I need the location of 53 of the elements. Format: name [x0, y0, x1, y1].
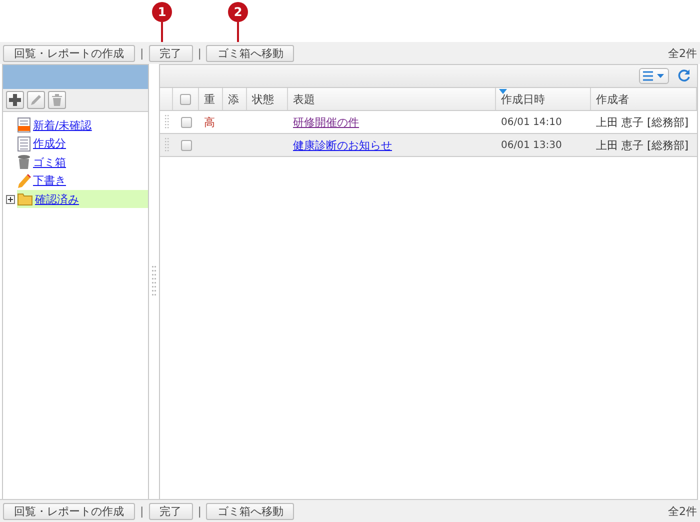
column-header[interactable]: 作成者 — [591, 88, 697, 110]
delete-button[interactable] — [48, 91, 66, 109]
column-header[interactable]: 添 — [223, 88, 247, 110]
toolbar-button[interactable]: ゴミ箱へ移動 — [206, 44, 294, 62]
title-link[interactable]: 研修開催の件 — [293, 114, 359, 130]
folder-link[interactable]: ゴミ箱 — [17, 153, 148, 172]
folder-link[interactable]: 作成分 — [17, 134, 148, 153]
folder-link[interactable]: 新着/未確認 — [17, 116, 148, 134]
title-link[interactable]: 健康診断のお知らせ — [293, 138, 392, 152]
author-text: 上田 恵子 [総務部] — [596, 114, 689, 130]
date-text: 06/01 13:30 — [501, 140, 562, 150]
toolbar-button[interactable]: 回覧・レポートの作成 — [3, 502, 135, 520]
toolbar-button[interactable]: 完了 — [148, 44, 193, 62]
toolbar-button[interactable]: 完了 — [148, 502, 193, 520]
callout-number: 2 — [228, 2, 248, 22]
pencil-icon — [29, 93, 43, 107]
separator: | — [139, 504, 145, 518]
leader-line — [237, 22, 239, 42]
author-text: 上田 恵子 [総務部] — [596, 138, 689, 152]
plus-icon — [8, 93, 22, 107]
folder-icon — [17, 192, 33, 206]
priority-text: 高 — [204, 114, 215, 130]
separator: | — [196, 46, 202, 60]
column-header[interactable]: 重 — [199, 88, 223, 110]
row-checkbox[interactable] — [180, 140, 192, 150]
refresh-icon[interactable] — [677, 69, 691, 83]
expand-icon[interactable] — [6, 194, 14, 204]
folder-link[interactable]: 確認済み — [17, 190, 148, 208]
document-icon — [17, 136, 31, 152]
pencil-icon — [17, 172, 31, 189]
leader-line — [161, 22, 163, 42]
column-header[interactable]: 表題 — [288, 88, 496, 110]
callout-number: 1 — [152, 2, 172, 22]
date-text: 06/01 14:10 — [501, 116, 562, 128]
splitter-handle[interactable] — [152, 266, 156, 298]
row-checkbox[interactable] — [180, 116, 192, 128]
toolbar-button[interactable]: 回覧・レポートの作成 — [3, 44, 135, 62]
separator: | — [139, 46, 145, 60]
column-header[interactable]: 作成日時 — [496, 88, 591, 110]
select-all-checkbox[interactable] — [180, 94, 191, 104]
drag-handle-icon[interactable] — [165, 115, 169, 129]
trash-icon — [17, 154, 31, 170]
column-header[interactable]: 状態 — [247, 88, 288, 110]
new-document-icon — [17, 117, 31, 134]
list-menu-icon — [642, 71, 666, 81]
drag-handle-icon[interactable] — [165, 138, 169, 152]
item-count: 全2件 — [668, 46, 697, 60]
toolbar-button[interactable]: ゴミ箱へ移動 — [206, 502, 294, 520]
view-menu-button[interactable] — [639, 68, 669, 84]
item-count: 全2件 — [668, 504, 697, 518]
add-button[interactable] — [6, 91, 24, 109]
trash-icon — [50, 93, 64, 107]
separator: | — [196, 504, 202, 518]
